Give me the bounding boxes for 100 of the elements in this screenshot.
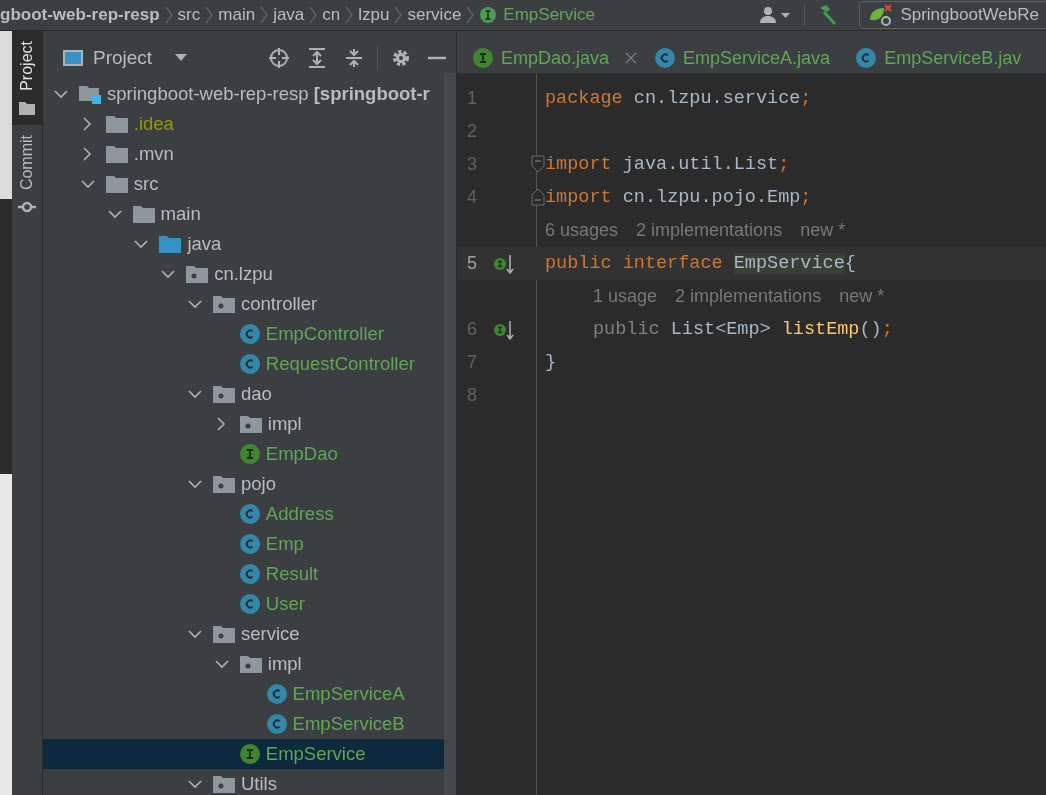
- breadcrumb-item[interactable]: lzpu: [358, 5, 390, 25]
- chevron-right-icon[interactable]: [83, 117, 93, 131]
- chevron-icon: [309, 5, 318, 25]
- chevron-right-icon[interactable]: [217, 417, 227, 431]
- tree-item-label: main: [160, 203, 201, 225]
- implemented-marker-icon[interactable]: [493, 318, 515, 341]
- tree-item[interactable]: RequestController: [43, 349, 444, 379]
- tree-item[interactable]: service: [43, 619, 444, 649]
- chevron-down-icon[interactable]: [188, 479, 202, 489]
- tree-item-label: EmpService: [265, 743, 366, 765]
- expand-all-icon[interactable]: [307, 47, 327, 69]
- breadcrumb-item[interactable]: service: [407, 5, 462, 25]
- tree-item[interactable]: impl: [43, 409, 444, 439]
- tree-item-label: dao: [241, 383, 272, 405]
- editor-tab[interactable]: EmpDao.java: [473, 43, 638, 73]
- caret-icon[interactable]: [175, 54, 188, 62]
- tree-item-label: impl: [267, 413, 302, 435]
- collapse-all-icon[interactable]: [344, 47, 364, 69]
- chevron-down-icon[interactable]: [107, 209, 122, 219]
- tool-window-tab[interactable]: Commit: [12, 124, 42, 224]
- class-icon: [239, 564, 260, 584]
- breadcrumb-item[interactable]: cn: [322, 5, 341, 25]
- code-vision-hint[interactable]: new *: [800, 220, 846, 241]
- code-vision-hint[interactable]: new *: [839, 286, 885, 307]
- chevron-down-icon[interactable]: [188, 389, 202, 399]
- tree-item[interactable]: Utils: [43, 769, 444, 795]
- chevron-down-icon[interactable]: [134, 239, 149, 249]
- chevron-down-icon[interactable]: [161, 269, 176, 279]
- tool-window-tab[interactable]: Project: [12, 31, 42, 125]
- chevron-icon: [164, 5, 173, 25]
- minimize-icon[interactable]: [428, 56, 446, 60]
- code-vision-hint[interactable]: 2 implementations: [636, 220, 783, 241]
- package-icon: [213, 475, 235, 493]
- tree-item[interactable]: EmpServiceB: [43, 709, 444, 739]
- tree-item[interactable]: Address: [43, 499, 444, 529]
- chevron-down-icon[interactable]: [214, 659, 229, 669]
- tree-item[interactable]: EmpService: [43, 739, 444, 769]
- tree-item[interactable]: Emp: [43, 529, 444, 559]
- crosshair-icon[interactable]: [268, 47, 290, 69]
- chevron-down-icon[interactable]: [188, 629, 202, 639]
- tree-item-label: springboot-web-rep-resp [springboot-r: [107, 83, 430, 105]
- tree-item-label: Result: [265, 563, 319, 585]
- close-icon[interactable]: [625, 52, 638, 64]
- tree-item[interactable]: springboot-web-rep-resp [springboot-r: [43, 79, 444, 109]
- folder-icon: [159, 235, 182, 253]
- breadcrumb-item[interactable]: main: [218, 5, 256, 25]
- breadcrumb-item[interactable]: src: [177, 5, 201, 25]
- code-vision-hint[interactable]: 6 usages: [545, 220, 619, 241]
- chevron-down-icon[interactable]: [80, 179, 95, 189]
- folder-icon: [105, 145, 128, 163]
- chevron-icon: [394, 5, 403, 25]
- interface-icon: [473, 48, 493, 68]
- chevron-down-icon[interactable]: [54, 89, 68, 99]
- tree-item[interactable]: .mvn: [43, 139, 444, 169]
- editor-tab[interactable]: EmpServiceB.jav: [856, 43, 1030, 73]
- fold-marker-icon[interactable]: [531, 155, 545, 173]
- tree-item[interactable]: dao: [43, 379, 444, 409]
- breadcrumb-item[interactable]: java: [273, 5, 305, 25]
- tree-item[interactable]: User: [43, 589, 444, 619]
- chevron-icon: [345, 5, 354, 25]
- code-vision-hint[interactable]: 2 implementations: [675, 286, 822, 307]
- code-line: public interface EmpService{: [545, 253, 856, 274]
- tree-item[interactable]: impl: [43, 649, 444, 679]
- folder-icon: [105, 115, 128, 133]
- package-icon: [239, 415, 262, 433]
- line-number: 4: [467, 187, 478, 208]
- fold-marker-icon[interactable]: [531, 188, 545, 206]
- chevron-down-icon[interactable]: [188, 299, 202, 309]
- tree-item[interactable]: EmpDao: [43, 439, 444, 469]
- line-number: 7: [467, 352, 478, 373]
- settings-icon[interactable]: [391, 48, 411, 68]
- tree-item[interactable]: cn.lzpu: [43, 259, 444, 289]
- editor-tab[interactable]: EmpServiceA.java: [655, 43, 839, 73]
- tree-item[interactable]: java: [43, 229, 444, 259]
- run-configuration-selector[interactable]: SpringbootWebRe: [859, 1, 1046, 29]
- package-icon: [213, 385, 235, 403]
- chevron-right-icon[interactable]: [83, 147, 93, 161]
- tree-item-label: EmpServiceB: [292, 713, 405, 735]
- breadcrumb-item[interactable]: gboot-web-rep-resp: [0, 5, 160, 25]
- tree-item[interactable]: main: [43, 199, 444, 229]
- class-icon: [655, 48, 676, 68]
- tree-item[interactable]: EmpServiceA: [43, 679, 444, 709]
- breadcrumb-item[interactable]: EmpService: [479, 5, 595, 25]
- implemented-marker-icon[interactable]: [493, 252, 515, 275]
- tree-item[interactable]: EmpController: [43, 319, 444, 349]
- scrollbar[interactable]: [444, 73, 456, 795]
- panel-title[interactable]: Project: [93, 47, 153, 69]
- tree-item[interactable]: src: [43, 169, 444, 199]
- chevron-icon: [260, 5, 269, 25]
- chevron-icon: [205, 5, 214, 25]
- interface-icon: [239, 444, 260, 464]
- tree-item[interactable]: Result: [43, 559, 444, 589]
- folder-icon: [19, 100, 35, 115]
- tree-item[interactable]: controller: [43, 289, 444, 319]
- chevron-down-icon[interactable]: [188, 779, 202, 789]
- tree-item[interactable]: .idea: [43, 109, 444, 139]
- code-vision-hint[interactable]: 1 usage: [593, 286, 658, 307]
- tree-item[interactable]: pojo: [43, 469, 444, 499]
- class-icon: [266, 714, 287, 734]
- spring-boot-icon: [868, 4, 895, 26]
